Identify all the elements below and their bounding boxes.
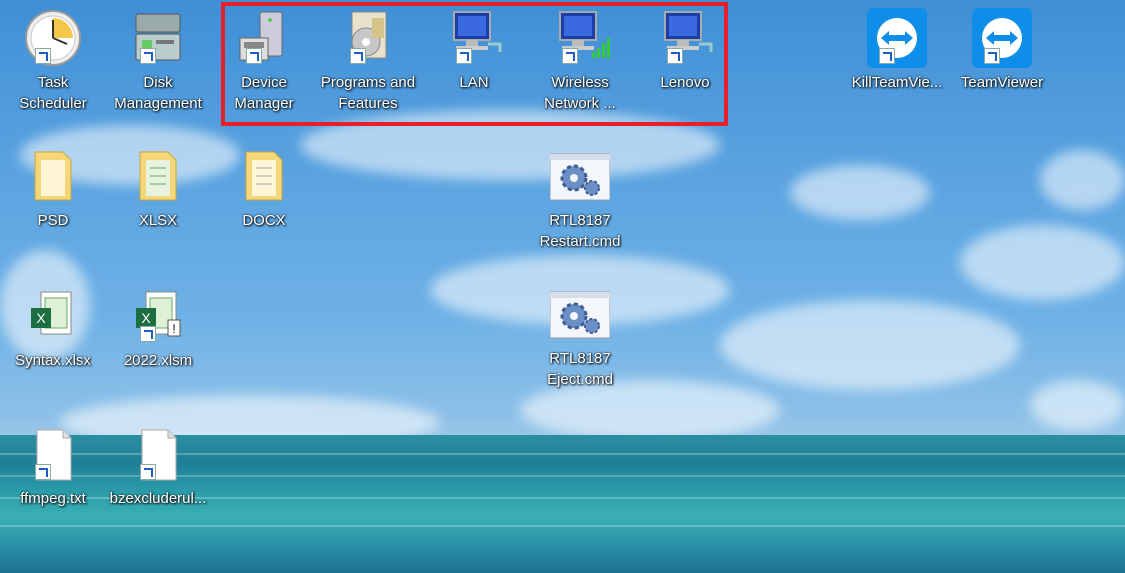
teamviewer-icon (867, 8, 927, 68)
excel-macro-icon: X ! (128, 286, 188, 346)
cmd-gear-icon (549, 284, 611, 344)
xlsm-2022-file[interactable]: X ! 2022.xlsm (108, 280, 208, 390)
bzexclude-shortcut[interactable]: bzexcluderul... (108, 418, 208, 528)
icon-label: 2022.xlsm (123, 352, 193, 369)
kill-teamviewer-shortcut[interactable]: KillTeamVie... (847, 2, 947, 112)
text-file-icon (128, 424, 188, 484)
excel-icon: X (23, 286, 83, 346)
folder-icon (234, 146, 294, 206)
disk-management-shortcut[interactable]: Disk Management (108, 2, 208, 112)
clock-icon (23, 8, 83, 68)
text-file-icon (23, 424, 83, 484)
icon-label: RTL8187 Restart.cmd (539, 212, 621, 250)
task-scheduler-shortcut[interactable]: Task Scheduler (3, 2, 103, 112)
icon-label: TeamViewer (960, 74, 1044, 91)
shortcut-arrow-icon (984, 48, 1000, 64)
shortcut-arrow-icon (35, 464, 51, 480)
rtl-eject-cmd[interactable]: RTL8187 Eject.cmd (530, 278, 630, 388)
icon-label: PSD (37, 212, 69, 229)
docx-folder[interactable]: DOCX (214, 140, 314, 250)
icon-label: RTL8187 Eject.cmd (547, 350, 613, 388)
folder-icon (128, 146, 188, 206)
folder-icon (23, 146, 83, 206)
teamviewer-icon (972, 8, 1032, 68)
rtl-restart-cmd[interactable]: RTL8187 Restart.cmd (530, 140, 630, 250)
xlsx-folder[interactable]: XLSX (108, 140, 208, 250)
icon-label: XLSX (138, 212, 178, 229)
syntax-xlsx-file[interactable]: X Syntax.xlsx (3, 280, 103, 390)
psd-folder[interactable]: PSD (3, 140, 103, 250)
icon-label: bzexcluderul... (109, 490, 207, 507)
shortcut-arrow-icon (879, 48, 895, 64)
svg-text:!: ! (172, 322, 175, 336)
disk-management-icon (128, 8, 188, 68)
shortcut-arrow-icon (140, 48, 156, 64)
icon-label: ffmpeg.txt (20, 490, 86, 507)
icon-label: DOCX (242, 212, 286, 229)
teamviewer-shortcut[interactable]: TeamViewer (952, 2, 1052, 112)
icon-label: Syntax.xlsx (15, 352, 91, 369)
shortcut-arrow-icon (140, 326, 156, 342)
svg-text:X: X (141, 310, 151, 326)
ffmpeg-txt-shortcut[interactable]: ffmpeg.txt (3, 418, 103, 528)
shortcut-arrow-icon (140, 464, 156, 480)
icon-label: KillTeamVie... (851, 74, 943, 91)
shortcut-arrow-icon (35, 48, 51, 64)
icon-label: Disk Management (114, 74, 202, 112)
highlight-box (221, 2, 728, 126)
icon-label: Task Scheduler (19, 74, 87, 112)
cmd-gear-icon (549, 146, 611, 206)
svg-text:X: X (36, 310, 46, 326)
